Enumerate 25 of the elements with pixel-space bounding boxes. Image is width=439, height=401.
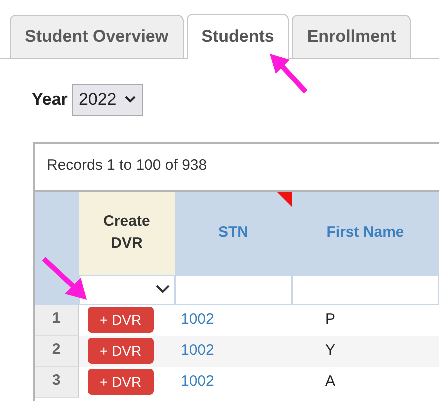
filter-field[interactable]: [292, 274, 439, 304]
table-cell-text: Y: [324, 340, 336, 361]
create-dvr-button[interactable]: + DVR: [88, 307, 154, 333]
stn-link[interactable]: 1002: [175, 366, 292, 398]
year-label: Year: [32, 89, 68, 111]
table-cell-text: A: [324, 372, 336, 392]
chevron-down-icon: [156, 285, 170, 294]
year-select[interactable]: 2022: [72, 84, 143, 116]
row-number: 2: [35, 336, 79, 366]
row-number: 3: [35, 366, 79, 398]
column-header[interactable]: STN: [175, 192, 292, 274]
column-header: Create DVR: [79, 192, 175, 274]
chevron-down-icon: [124, 96, 136, 104]
column-header[interactable]: First Name: [292, 192, 439, 274]
stn-link[interactable]: 1002: [175, 304, 292, 336]
create-dvr-button[interactable]: + DVR: [88, 369, 154, 395]
filter-select[interactable]: [79, 274, 175, 304]
filter-field[interactable]: [175, 274, 292, 304]
stn-link[interactable]: 1002: [175, 336, 292, 366]
create-dvr-button[interactable]: + DVR: [88, 338, 154, 364]
tab[interactable]: Enrollment: [292, 15, 412, 58]
row-number: 1: [35, 304, 79, 336]
tab[interactable]: Student Overview: [10, 15, 184, 58]
tab[interactable]: Students: [186, 14, 290, 59]
table-cell-text: P: [324, 310, 336, 330]
